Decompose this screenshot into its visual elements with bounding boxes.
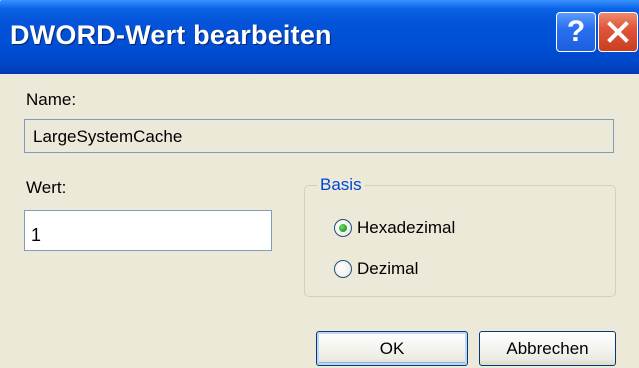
value-input[interactable] <box>24 210 272 251</box>
radio-decimal-label[interactable]: Dezimal <box>357 259 418 279</box>
value-label: Wert: <box>26 178 67 197</box>
radio-decimal-button[interactable] <box>334 260 352 278</box>
name-label: Name: <box>26 90 77 109</box>
ok-button[interactable]: OK <box>316 331 468 366</box>
radio-hexadecimal-button[interactable] <box>334 219 352 237</box>
dialog-title: DWORD-Wert bearbeiten <box>10 20 332 50</box>
edit-dword-dialog: DWORD-Wert bearbeiten ? Name: LargeSyste… <box>0 0 639 368</box>
help-icon: ? <box>566 15 586 48</box>
radio-hexadecimal-label[interactable]: Hexadezimal <box>357 218 455 238</box>
help-button[interactable]: ? <box>556 12 596 52</box>
basis-groupbox-title: Basis <box>317 175 365 195</box>
close-icon <box>606 20 630 44</box>
radio-decimal[interactable]: Dezimal <box>334 257 418 281</box>
title-bar[interactable]: DWORD-Wert bearbeiten ? <box>0 0 639 74</box>
close-button[interactable] <box>598 12 638 52</box>
radio-hexadecimal[interactable]: Hexadezimal <box>334 216 455 240</box>
radio-selected-dot <box>339 224 347 232</box>
cancel-button[interactable]: Abbrechen <box>479 331 616 366</box>
name-field: LargeSystemCache <box>24 119 614 153</box>
